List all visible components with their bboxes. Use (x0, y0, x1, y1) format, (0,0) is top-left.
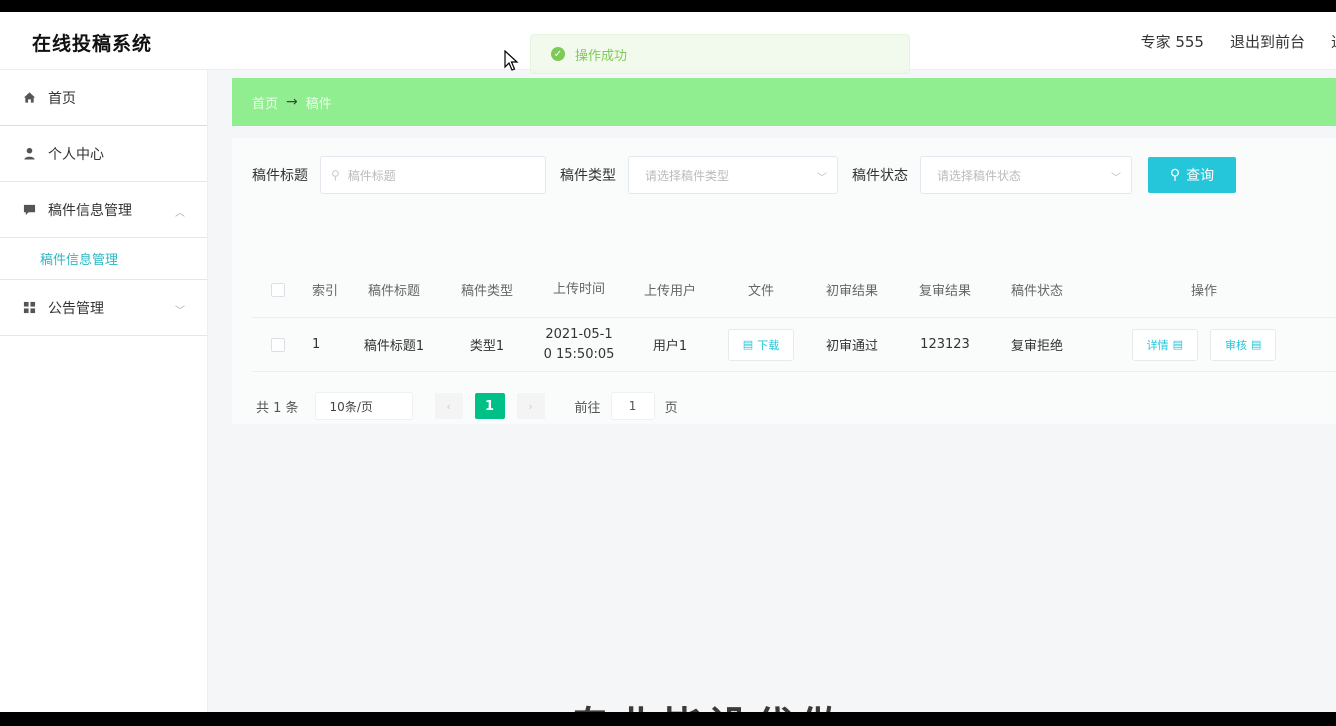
row-actions: 详情 ▤ 审核 ▤ (1082, 328, 1326, 361)
check-circle-icon: ✓ (551, 47, 565, 61)
home-icon (22, 91, 36, 105)
chevron-left-icon: ‹ (446, 399, 451, 413)
search-icon: ⚲ (1169, 167, 1181, 183)
column-header: 文件 (747, 284, 774, 299)
current-user: 专家 555 (1140, 33, 1204, 51)
column-header: 稿件类型 (460, 284, 513, 299)
column-header: 上传用户 (643, 284, 696, 299)
row-file: ▤ 下载 (716, 328, 806, 361)
row-upload-time: 2021-05-1 0 15:50:05 (543, 326, 615, 362)
table-header-row: 索引 稿件标题 稿件类型 上传时间 上传用户 文件 初审结果 复审结果 稿件状态… (252, 262, 1336, 318)
app-screen: 在线投稿系统 专家 555 退出到前台 退 ✓ 操作成功 首页 个人中心 (0, 12, 1336, 712)
document-icon: ▤ (742, 338, 754, 351)
column-header: 稿件状态 (1010, 284, 1063, 299)
breadcrumb-current: 稿件 (305, 96, 332, 112)
prev-page-button[interactable]: ‹ (434, 393, 463, 419)
status-filter-label: 稿件状态 (852, 168, 908, 184)
goto-page-input[interactable]: 1 (610, 392, 655, 420)
sidebar-subitem-manuscript-manage[interactable]: 稿件信息管理 (0, 238, 207, 280)
document-icon: ▤ (1251, 338, 1262, 351)
column-header: 初审结果 (825, 284, 878, 299)
download-button[interactable]: ▤ 下载 (727, 328, 795, 361)
sidebar-item-label: 稿件信息管理 (48, 202, 132, 219)
document-icon: ▤ (1172, 338, 1183, 351)
title-filter-label: 稿件标题 (252, 168, 308, 184)
row-type: 类型1 (469, 339, 505, 354)
app-title: 在线投稿系统 (32, 33, 153, 55)
row-second-review: 123123 (920, 337, 970, 352)
pagination-total: 共 1 条 (256, 400, 299, 416)
exit-to-front-link[interactable]: 退出到前台 (1230, 31, 1305, 52)
column-header: 复审结果 (918, 284, 971, 299)
mouse-cursor-icon (504, 50, 519, 71)
search-icon: ⚲ (331, 168, 340, 182)
sidebar-item-label: 公告管理 (48, 300, 104, 317)
grid-icon (22, 301, 36, 315)
select-all-checkbox[interactable] (252, 282, 304, 297)
next-page-button[interactable]: › (516, 393, 545, 419)
row-status: 复审拒绝 (1010, 339, 1063, 354)
sidebar-item-manuscripts[interactable]: 稿件信息管理 ︿ (0, 182, 207, 238)
column-header: 稿件标题 (367, 284, 420, 299)
manuscript-table: 索引 稿件标题 稿件类型 上传时间 上传用户 文件 初审结果 复审结果 稿件状态… (252, 262, 1336, 372)
logout-link[interactable]: 退 (1331, 31, 1336, 52)
sidebar-item-label: 首页 (48, 90, 76, 107)
chevron-right-icon: › (528, 399, 533, 413)
chevron-down-icon: ﹀ (1111, 173, 1121, 184)
message-icon (22, 203, 36, 217)
row-checkbox[interactable] (252, 337, 304, 352)
row-first-review: 初审通过 (825, 339, 878, 354)
goto-label: 前往 (574, 400, 601, 416)
type-select[interactable]: 请选择稿件类型 ﹀ (628, 156, 838, 194)
type-filter-label: 稿件类型 (560, 168, 616, 184)
sidebar-item-label: 个人中心 (48, 146, 104, 163)
row-title: 稿件标题1 (363, 339, 425, 354)
sidebar-item-notices[interactable]: 公告管理 ﹀ (0, 280, 207, 336)
chevron-down-icon: ﹀ (817, 173, 827, 184)
column-header: 操作 (1190, 284, 1217, 299)
toast-message: 操作成功 (575, 48, 628, 64)
breadcrumb: 首页 → 稿件 (232, 78, 1336, 126)
page-suffix: 页 (664, 400, 678, 416)
watermark-overlay-text: 专业毕设代做 (570, 694, 846, 712)
sidebar: 首页 个人中心 稿件信息管理 ︿ 稿件信息管理 公告管理 ﹀ (0, 70, 208, 712)
breadcrumb-home[interactable]: 首页 (252, 93, 278, 112)
chevron-up-icon: ︿ (175, 208, 185, 219)
sidebar-item-home[interactable]: 首页 (0, 70, 207, 126)
sidebar-item-profile[interactable]: 个人中心 (0, 126, 207, 182)
user-icon (22, 147, 36, 161)
arrow-right-icon: → (286, 94, 298, 110)
query-button[interactable]: ⚲ 查询 (1148, 157, 1236, 193)
row-index: 1 (312, 337, 321, 352)
column-header: 上传时间 (552, 281, 605, 297)
title-search-input[interactable]: ⚲ 稿件标题 (320, 156, 546, 194)
content-card: 稿件标题 ⚲ 稿件标题 稿件类型 请选择稿件类型 ﹀ 稿件状态 请选择稿件状态 … (232, 138, 1336, 424)
page-size-select[interactable]: 10条/页 (314, 392, 413, 420)
pagination: 共 1 条 10条/页 ‹ 1 › 前往 1 页 (256, 392, 678, 420)
page-number-active[interactable]: 1 (474, 393, 505, 419)
status-select[interactable]: 请选择稿件状态 ﹀ (920, 156, 1132, 194)
chevron-down-icon: ﹀ (175, 306, 185, 317)
row-upload-user: 用户1 (652, 339, 688, 354)
table-row: 1 稿件标题1 类型1 2021-05-1 0 15:50:05 用户1 ▤ 下… (252, 318, 1336, 372)
success-toast: ✓ 操作成功 (530, 34, 910, 74)
header-actions: 专家 555 退出到前台 退 (1141, 31, 1336, 52)
search-form: 稿件标题 ⚲ 稿件标题 稿件类型 请选择稿件类型 ﹀ 稿件状态 请选择稿件状态 … (252, 156, 1236, 194)
review-button[interactable]: 审核 ▤ (1210, 328, 1277, 361)
details-button[interactable]: 详情 ▤ (1131, 328, 1198, 361)
column-header: 索引 (312, 284, 339, 299)
